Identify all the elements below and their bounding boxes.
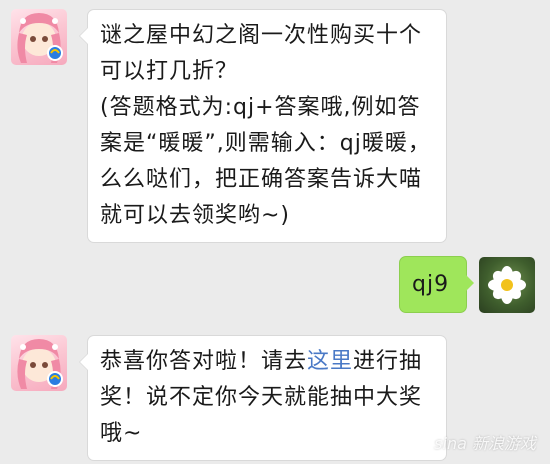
bubble-tail	[466, 275, 474, 291]
bot-message-bubble[interactable]: 恭喜你答对啦！请去这里进行抽奖！说不定你今天就能抽中大奖哦~	[79, 335, 447, 461]
bot-avatar[interactable]	[11, 9, 67, 65]
watermark: sina 新浪游戏	[434, 434, 536, 453]
flower-avatar-icon	[488, 266, 526, 304]
bot-message-bubble[interactable]: 谜之屋中幻之阁一次性购买十个可以打几折？ (答题格式为:qj+答案哦,例如答案是…	[79, 9, 447, 243]
bubble-tail	[79, 27, 88, 45]
user-message-bubble[interactable]: qj9	[399, 256, 474, 313]
user-avatar[interactable]	[479, 257, 535, 313]
bubble-tail	[79, 353, 88, 371]
prize-link[interactable]: 这里	[307, 349, 353, 374]
bot-avatar[interactable]	[11, 335, 67, 391]
bot-question-text: 谜之屋中幻之阁一次性购买十个可以打几折？ (答题格式为:qj+答案哦,例如答案是…	[100, 23, 431, 228]
anime-girl-avatar-icon	[17, 339, 63, 389]
anime-girl-avatar-icon	[17, 13, 63, 63]
reply-text-before-link: 恭喜你答对啦！请去	[100, 349, 308, 374]
user-answer-text: qj9	[412, 272, 450, 297]
